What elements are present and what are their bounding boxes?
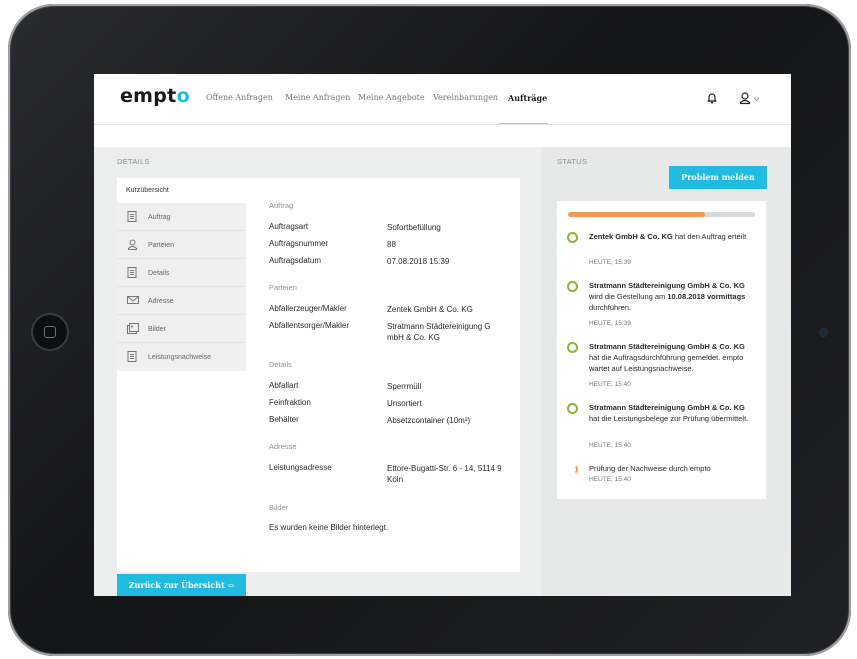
status-progress-fill bbox=[568, 212, 705, 217]
pending-status-icon bbox=[567, 464, 578, 475]
camera-icon bbox=[820, 329, 827, 336]
status-card: Zentek GmbH & Co. KG hat den Auftrag ert… bbox=[557, 201, 766, 499]
user-menu-icon[interactable] bbox=[739, 91, 763, 105]
top-navbar: empto Offene Anfragen Meine Anfragen Mei… bbox=[94, 74, 791, 124]
sidebar-item-details[interactable]: Details bbox=[117, 259, 246, 287]
value-feinfraktion: Unsortiert bbox=[387, 399, 422, 408]
subheader-band bbox=[94, 124, 791, 147]
label-feinfraktion: Feinfraktion bbox=[269, 398, 311, 407]
sidebar-header[interactable]: Kurzübersicht bbox=[117, 178, 246, 203]
app-screen: empto Offene Anfragen Meine Anfragen Mei… bbox=[94, 74, 791, 596]
label-auftragsart: Auftragsart bbox=[269, 222, 309, 231]
group-title-auftrag: Auftrag bbox=[269, 201, 294, 210]
home-button[interactable] bbox=[33, 315, 67, 349]
done-status-icon bbox=[567, 403, 578, 414]
report-problem-button[interactable]: Problem melden bbox=[669, 166, 767, 189]
group-title-parteien: Parteien bbox=[269, 283, 297, 292]
document-icon bbox=[127, 351, 137, 362]
document-icon bbox=[127, 267, 137, 278]
done-status-icon bbox=[567, 342, 578, 353]
done-status-icon bbox=[567, 232, 578, 243]
label-leistungsadresse: Leistungsadresse bbox=[269, 463, 332, 472]
sidebar-item-bilder[interactable]: Bilder bbox=[117, 315, 246, 343]
status-progress-bar bbox=[568, 212, 755, 217]
value-abfallart: Sperrmüll bbox=[387, 382, 422, 391]
user-icon bbox=[127, 239, 138, 250]
home-icon bbox=[44, 326, 56, 338]
back-to-overview-button[interactable]: Zurück zur Übersicht ⇦ bbox=[117, 574, 246, 596]
envelope-icon bbox=[127, 296, 139, 304]
value-abfallerzeuger: Zentek GmbH & Co. KG bbox=[387, 305, 473, 314]
sidebar-item-parteien[interactable]: Parteien bbox=[117, 231, 246, 259]
label-abfallentsorger: Abfallentsorger/Makler bbox=[269, 321, 350, 330]
value-auftragsart: Sofortbefüllung bbox=[387, 223, 441, 232]
nav-auftraege[interactable]: Aufträge bbox=[508, 93, 547, 103]
value-auftragsdatum: 07.08.2018 15:39 bbox=[387, 257, 450, 266]
label-behaelter: Behälter bbox=[269, 415, 299, 424]
done-status-icon bbox=[567, 281, 578, 292]
nav-offene-anfragen[interactable]: Offene Anfragen bbox=[206, 93, 273, 102]
bell-icon[interactable] bbox=[705, 91, 719, 105]
group-title-adresse: Adresse bbox=[269, 442, 297, 451]
sidebar-item-adresse[interactable]: Adresse bbox=[117, 287, 246, 315]
group-title-bilder: Bilder bbox=[269, 503, 289, 512]
empto-logo[interactable]: empto bbox=[120, 85, 190, 107]
nav-meine-anfragen[interactable]: Meine Anfragen bbox=[285, 93, 350, 102]
details-card: Kurzübersicht Auftrag Parteien Details A… bbox=[117, 178, 520, 572]
value-leistungsadresse: Ettore-Bugatti-Str. 6 - 14, 5114 9 Köln bbox=[387, 464, 502, 484]
sidebar-item-auftrag[interactable]: Auftrag bbox=[117, 203, 246, 231]
nav-vereinbarungen[interactable]: Vereinbarungen bbox=[433, 93, 498, 102]
label-auftragsnummer: Auftragsnummer bbox=[269, 239, 329, 248]
value-behaelter: Absetzcontainer (10m³) bbox=[387, 416, 471, 425]
nav-meine-angebote[interactable]: Meine Angebote bbox=[358, 93, 425, 102]
images-icon bbox=[127, 323, 139, 334]
document-icon bbox=[127, 211, 137, 222]
status-section-label: STATUS bbox=[557, 157, 588, 166]
value-abfallentsorger: Stratmann Städtereinigung G mbH & Co. KG bbox=[387, 322, 491, 342]
label-abfallerzeuger: Abfallerzeuger/Makler bbox=[269, 304, 347, 313]
label-auftragsdatum: Auftragsdatum bbox=[269, 256, 322, 265]
sidebar-item-leistungsnachweise[interactable]: Leistungsnachweise bbox=[117, 343, 246, 371]
bilder-empty-text: Es wurden keine Bilder hinterlegt. bbox=[269, 523, 389, 532]
details-section-label: DETAILS bbox=[117, 157, 150, 166]
group-title-details: Details bbox=[269, 360, 292, 369]
value-auftragsnummer: 88 bbox=[387, 240, 396, 249]
detail-sidebar: Kurzübersicht Auftrag Parteien Details A… bbox=[117, 178, 246, 373]
label-abfallart: Abfallart bbox=[269, 381, 299, 390]
